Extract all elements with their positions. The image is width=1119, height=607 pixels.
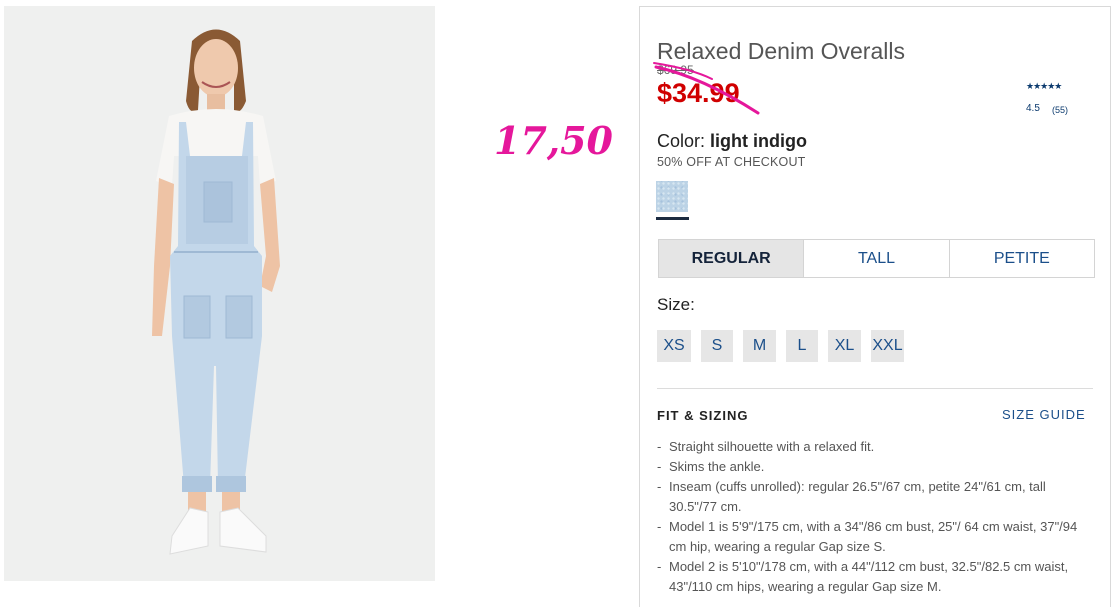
size-guide-link[interactable]: SIZE GUIDE [1002,407,1086,422]
product-rating[interactable]: ★★★★★ 4.5 (55) [1026,81,1096,121]
product-details-panel: Relaxed Denim Overalls $69.95 $34.99 ★★★… [639,6,1111,607]
list-item: Straight silhouette with a relaxed fit. [657,437,1097,457]
handwritten-price-annotation: 17,50 [494,118,613,163]
checkout-discount-note: 50% OFF AT CHECKOUT [657,155,806,169]
rating-stars-icon: ★★★★★ [1026,81,1062,91]
size-button-m[interactable]: M [743,330,776,362]
review-count-link[interactable]: (55) [1052,105,1068,115]
model-illustration [4,6,435,581]
size-button-l[interactable]: L [786,330,818,362]
rating-value: 4.5 [1026,103,1040,114]
fit-sizing-list: Straight silhouette with a relaxed fit. … [657,437,1097,597]
size-options: XS S M L XL XXL [657,330,904,362]
size-button-s[interactable]: S [701,330,733,362]
list-item: Inseam (cuffs unrolled): regular 26.5"/6… [657,477,1097,517]
color-label: Color: [657,131,706,151]
color-line: Color: light indigo [657,131,807,152]
size-button-xxl[interactable]: XXL [871,330,904,362]
section-divider [657,388,1093,389]
fit-tab-regular[interactable]: REGULAR [659,240,805,277]
color-value: light indigo [710,131,808,151]
fit-tab-tall[interactable]: TALL [804,240,950,277]
size-label: Size: [657,295,695,314]
size-button-xs[interactable]: XS [657,330,691,362]
fit-tab-petite[interactable]: PETITE [950,240,1094,277]
fit-sizing-heading: FIT & SIZING [657,408,749,423]
color-swatch-light-indigo[interactable] [656,181,688,212]
product-image[interactable] [4,6,435,581]
size-button-xl[interactable]: XL [828,330,861,362]
fit-tabs: REGULAR TALL PETITE [658,239,1095,278]
list-item: Skims the ankle. [657,457,1097,477]
list-item: Model 1 is 5'9"/175 cm, with a 34"/86 cm… [657,517,1097,557]
list-item: Model 2 is 5'10"/178 cm, with a 44"/112 … [657,557,1097,597]
price-strike-annotation [653,62,760,115]
swatch-selected-indicator [656,217,689,220]
